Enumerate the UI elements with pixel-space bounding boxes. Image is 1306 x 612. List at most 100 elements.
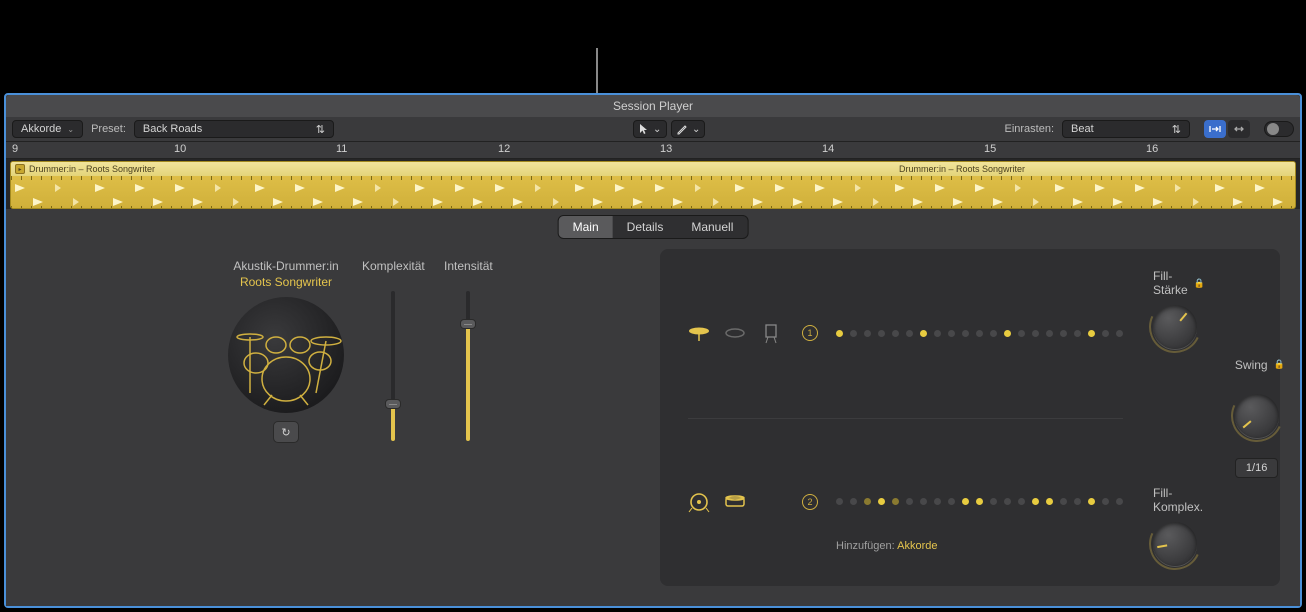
- step-dot[interactable]: [1046, 498, 1053, 505]
- step-dot[interactable]: [934, 498, 941, 505]
- cymbal-icon[interactable]: [688, 322, 710, 344]
- lane2-number[interactable]: 2: [802, 494, 818, 510]
- snap-dropdown[interactable]: Beat ⇅: [1062, 120, 1190, 138]
- lane1-steps[interactable]: [836, 330, 1123, 337]
- snap-relative-button[interactable]: [1228, 120, 1250, 138]
- intensity-slider[interactable]: [466, 291, 470, 441]
- region-header: ▸ Drummer:in – Roots Songwriter Drummer:…: [11, 162, 1295, 176]
- step-dot[interactable]: [892, 330, 899, 337]
- step-dot[interactable]: [892, 498, 899, 505]
- step-dot[interactable]: [1116, 330, 1123, 337]
- step-dot[interactable]: [920, 330, 927, 337]
- step-dot[interactable]: [948, 330, 955, 337]
- step-dot[interactable]: [948, 498, 955, 505]
- step-dot[interactable]: [1102, 498, 1109, 505]
- step-dot[interactable]: [1004, 330, 1011, 337]
- step-dot[interactable]: [864, 498, 871, 505]
- tab-main[interactable]: Main: [559, 216, 613, 238]
- complexity-slider[interactable]: [391, 291, 395, 441]
- step-dot[interactable]: [850, 498, 857, 505]
- step-dot[interactable]: [990, 498, 997, 505]
- tab-group: Main Details Manuell: [558, 215, 749, 239]
- fill-amount-text: Fill-Stärke: [1153, 269, 1188, 297]
- tab-manual[interactable]: Manuell: [677, 216, 747, 238]
- preset-label: Preset:: [91, 123, 126, 135]
- snap-label: Einrasten:: [1004, 123, 1054, 135]
- hihat-icon[interactable]: [760, 322, 782, 344]
- step-dot[interactable]: [1004, 498, 1011, 505]
- step-dot[interactable]: [906, 498, 913, 505]
- step-dot[interactable]: [836, 498, 843, 505]
- step-dot[interactable]: [920, 498, 927, 505]
- tab-details[interactable]: Details: [613, 216, 678, 238]
- swing-knob[interactable]: [1235, 394, 1279, 438]
- step-dot[interactable]: [906, 330, 913, 337]
- step-dot[interactable]: [1074, 498, 1081, 505]
- step-dot[interactable]: [864, 330, 871, 337]
- snap-rel-icon: [1233, 124, 1245, 134]
- lane2-instruments: [688, 491, 784, 513]
- preset-value: Back Roads: [143, 123, 202, 135]
- slider-thumb[interactable]: [385, 399, 401, 409]
- drumkit-icon: [228, 297, 344, 413]
- slider-thumb[interactable]: [460, 319, 476, 329]
- regenerate-button[interactable]: ↻: [273, 421, 299, 443]
- lock-icon[interactable]: 🔒: [1194, 278, 1205, 289]
- add-chords-link[interactable]: Hinzufügen: Akkorde: [836, 540, 938, 552]
- pencil-tool[interactable]: ⌄: [671, 120, 705, 138]
- add-value: Akkorde: [897, 540, 937, 552]
- step-dot[interactable]: [1060, 330, 1067, 337]
- step-dot[interactable]: [1046, 330, 1053, 337]
- lock-icon[interactable]: 🔒: [1274, 359, 1285, 370]
- step-dot[interactable]: [976, 498, 983, 505]
- fill-amount-knob[interactable]: [1153, 305, 1197, 349]
- swing-text: Swing: [1235, 358, 1268, 372]
- kick-icon[interactable]: [688, 491, 710, 513]
- fill-complex-knob[interactable]: [1153, 522, 1197, 566]
- snap-abs-icon: [1209, 124, 1221, 134]
- drumkit-image[interactable]: [228, 297, 344, 413]
- snap-absolute-button[interactable]: [1204, 120, 1226, 138]
- step-dot[interactable]: [878, 498, 885, 505]
- drummer-block: Akustik-Drummer:in Roots Songwriter: [216, 259, 356, 443]
- lane1-instruments: [688, 322, 784, 344]
- step-dot[interactable]: [1074, 330, 1081, 337]
- pointer-tool[interactable]: ⌄: [633, 120, 667, 138]
- lane1-number[interactable]: 1: [802, 325, 818, 341]
- step-dot[interactable]: [850, 330, 857, 337]
- step-dot[interactable]: [1102, 330, 1109, 337]
- pencil-icon: [676, 123, 688, 135]
- step-dot[interactable]: [962, 498, 969, 505]
- step-dot[interactable]: [836, 330, 843, 337]
- intensity-label: Intensität: [444, 259, 493, 273]
- shaker-icon[interactable]: [724, 322, 746, 344]
- step-dot[interactable]: [1018, 498, 1025, 505]
- step-dot[interactable]: [878, 330, 885, 337]
- timeline-ruler[interactable]: 9 10 11 12 13 14 15 16: [6, 141, 1300, 159]
- step-dot[interactable]: [962, 330, 969, 337]
- step-dot[interactable]: [1088, 498, 1095, 505]
- edit-tool-group: ⌄ ⌄: [633, 120, 705, 138]
- lane2-steps[interactable]: [836, 498, 1123, 505]
- pointer-icon: [639, 123, 649, 135]
- swing-value[interactable]: 1/16: [1235, 458, 1278, 478]
- step-dot[interactable]: [1032, 498, 1039, 505]
- snap-toggle[interactable]: [1264, 121, 1294, 137]
- step-dot[interactable]: [1088, 330, 1095, 337]
- drummer-category: Akustik-Drummer:in: [216, 259, 356, 273]
- step-dot[interactable]: [934, 330, 941, 337]
- step-dot[interactable]: [976, 330, 983, 337]
- drummer-region[interactable]: ▸ Drummer:in – Roots Songwriter Drummer:…: [10, 161, 1296, 209]
- complexity-slider-block: Komplexität: [362, 259, 425, 441]
- snare-icon[interactable]: [724, 491, 746, 513]
- refresh-icon: ↻: [281, 426, 290, 439]
- step-dot[interactable]: [1018, 330, 1025, 337]
- view-mode-dropdown[interactable]: Akkorde ⌄: [12, 120, 83, 138]
- step-dot[interactable]: [990, 330, 997, 337]
- preset-dropdown[interactable]: Back Roads ⇅: [134, 120, 334, 138]
- intensity-slider-block: Intensität: [444, 259, 493, 441]
- step-dot[interactable]: [1060, 498, 1067, 505]
- ruler-mark: 13: [660, 143, 672, 155]
- step-dot[interactable]: [1116, 498, 1123, 505]
- step-dot[interactable]: [1032, 330, 1039, 337]
